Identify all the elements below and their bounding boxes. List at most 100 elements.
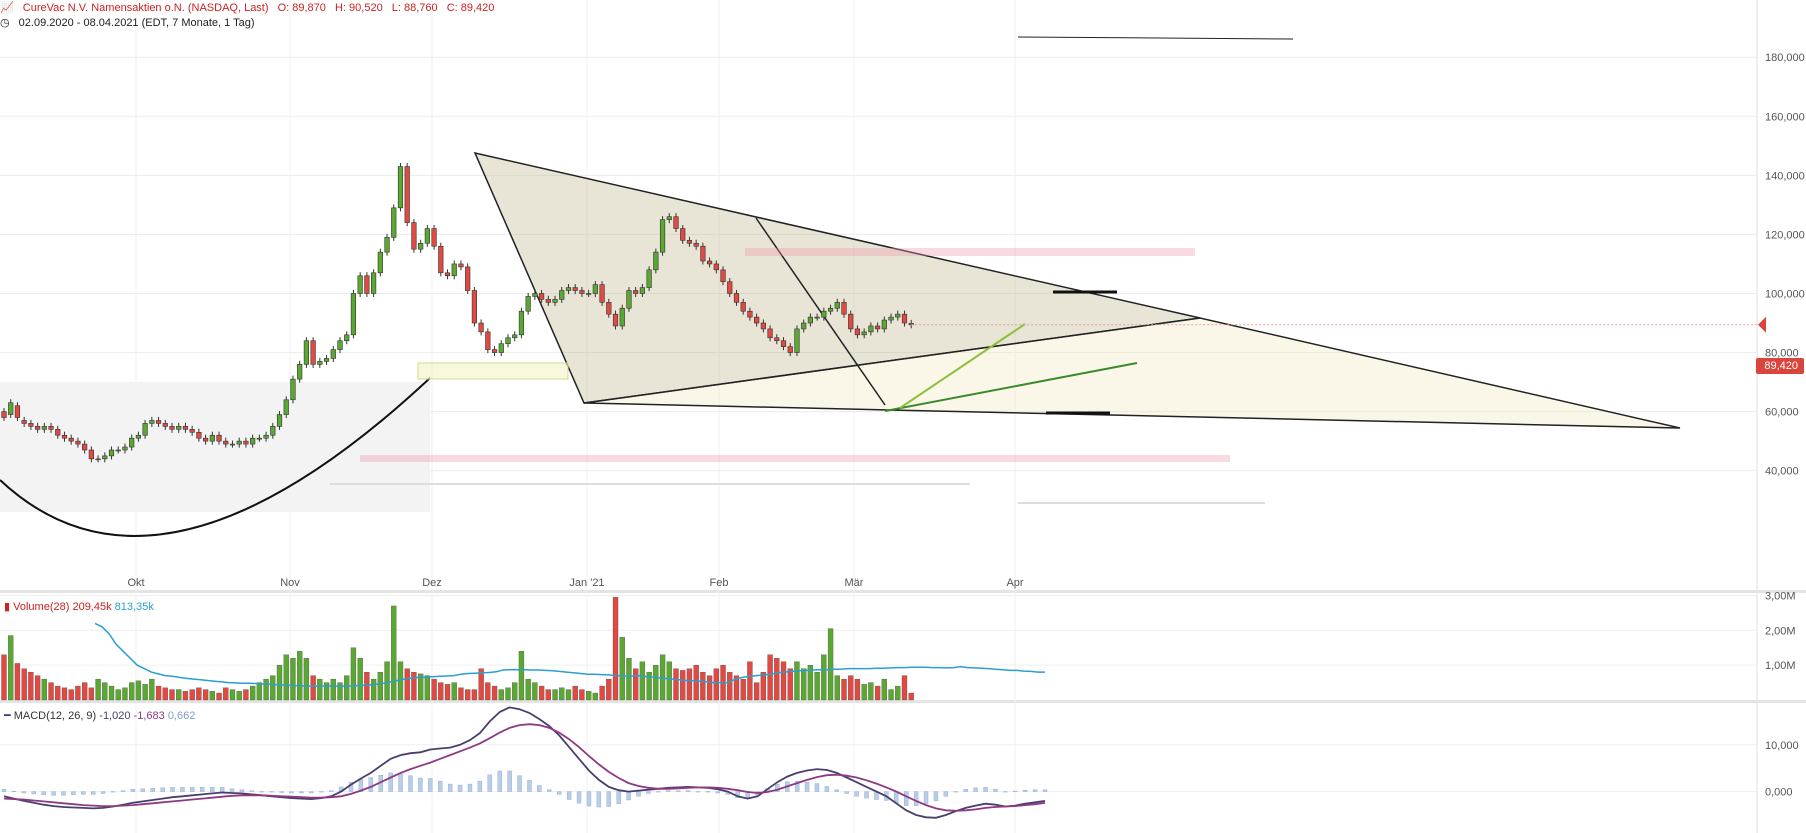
macd-histogram-bar [557, 791, 562, 795]
candle-body [108, 449, 115, 457]
candle-body [478, 322, 484, 333]
candle-body [485, 331, 491, 350]
candle-body [310, 340, 316, 365]
volume-bar [135, 680, 142, 701]
volume-bar [572, 685, 578, 701]
volume-bar [424, 675, 431, 701]
candle-body [834, 302, 840, 309]
macd-histogram-bar [51, 791, 56, 796]
volume-bar [841, 678, 847, 701]
macd-histogram-bar [71, 791, 76, 796]
candle-body [337, 340, 343, 350]
candle-body [203, 437, 209, 442]
macd-histogram-bar [408, 775, 413, 792]
volume-bar [28, 671, 34, 701]
x-tick-label: Mär [845, 577, 864, 589]
volume-bar [431, 678, 437, 701]
close-value: C: 89,420 [446, 2, 495, 14]
macd-title[interactable]: MACD(12, 26, 9) [14, 710, 97, 722]
candle-body [579, 290, 585, 294]
volume-bar [249, 685, 256, 701]
candle-body [754, 316, 760, 324]
macd-histogram-bar [913, 791, 919, 806]
volume-bar [149, 678, 155, 701]
chart-canvas: 40,00060,00080,000100,000120,000140,0001… [0, 0, 1806, 833]
candle-body [901, 313, 908, 324]
macd-histogram-bar [675, 790, 681, 792]
candle-body [666, 216, 672, 220]
macd-histogram-bar [517, 775, 522, 792]
volume-bar [102, 682, 108, 701]
macd-histogram-bar [328, 790, 334, 792]
panel-separator [0, 700, 1806, 703]
chart-type-icon[interactable]: 📈 [0, 2, 14, 14]
volume-bar [189, 689, 195, 701]
volume-bar [780, 661, 787, 701]
candle-body [626, 290, 632, 309]
macd-line-icon: ━ [4, 710, 11, 722]
candle-body [142, 423, 148, 436]
instrument-name: CureVac N.V. Namensaktien o.N. (NASDAQ, … [22, 2, 269, 14]
volume-bar [169, 689, 175, 701]
macd-histogram-bar [180, 787, 185, 792]
macd-histogram-bar [904, 791, 909, 806]
x-tick-label: Nov [280, 577, 300, 589]
candle-body [868, 325, 874, 333]
macd-histogram-bar [239, 789, 245, 792]
macd-histogram-bar [586, 791, 592, 807]
candle-body [532, 293, 538, 297]
candle-body [706, 260, 713, 265]
candle-body [612, 313, 619, 327]
candle-body [646, 269, 652, 288]
volume-bar [626, 658, 632, 701]
volume-bar [908, 692, 914, 701]
macd-histogram-bar [41, 791, 46, 796]
candle-body [713, 263, 719, 271]
candle-body [135, 434, 142, 439]
candle-body [418, 242, 424, 250]
macd-histogram-bar [418, 777, 423, 792]
candle-body [55, 429, 61, 436]
volume-tick-label: 1,00M [1765, 660, 1796, 672]
macd-histogram-bar [269, 791, 274, 793]
macd-histogram-bar [854, 791, 859, 797]
candle-body [276, 414, 283, 427]
candle-body [787, 346, 793, 353]
macd-histogram-bar [61, 791, 66, 796]
volume-title[interactable]: Volume(28) [13, 601, 69, 613]
candle-body [619, 307, 625, 327]
x-tick-label: Okt [127, 577, 144, 589]
candle-body [350, 293, 357, 336]
candle-body [740, 302, 746, 312]
volume-bar [263, 678, 269, 701]
candle-body [841, 302, 847, 315]
macd-histogram-bar [190, 787, 195, 792]
y-tick-label: 60,000 [1765, 407, 1799, 419]
volume-bar [303, 658, 310, 701]
volume-bar [209, 691, 215, 701]
candle-body [747, 310, 753, 318]
volume-bar [34, 675, 41, 701]
volume-bar [155, 685, 162, 701]
macd-histogram-bar [209, 787, 215, 792]
candle-body [290, 378, 296, 401]
macd-histogram-bar [943, 791, 949, 797]
volume-bar [108, 685, 115, 701]
signal-value: -1,683 [133, 710, 165, 722]
candle-body [895, 313, 901, 318]
macd-histogram-bar [933, 791, 939, 802]
volume-bar [1, 654, 7, 701]
macd-histogram-bar [279, 791, 284, 793]
macd-histogram-bar [616, 791, 621, 804]
candle-body [129, 437, 135, 448]
volume-bar [377, 671, 383, 701]
candle-body [229, 443, 236, 446]
macd-histogram-bar [1003, 791, 1008, 793]
candle-body [848, 313, 854, 330]
volume-bar [357, 658, 363, 701]
candle-body [673, 216, 679, 229]
macd-histogram-bar [527, 780, 532, 792]
volume-bar [317, 678, 323, 701]
candle-body [196, 431, 202, 439]
volume-bar [834, 675, 840, 701]
